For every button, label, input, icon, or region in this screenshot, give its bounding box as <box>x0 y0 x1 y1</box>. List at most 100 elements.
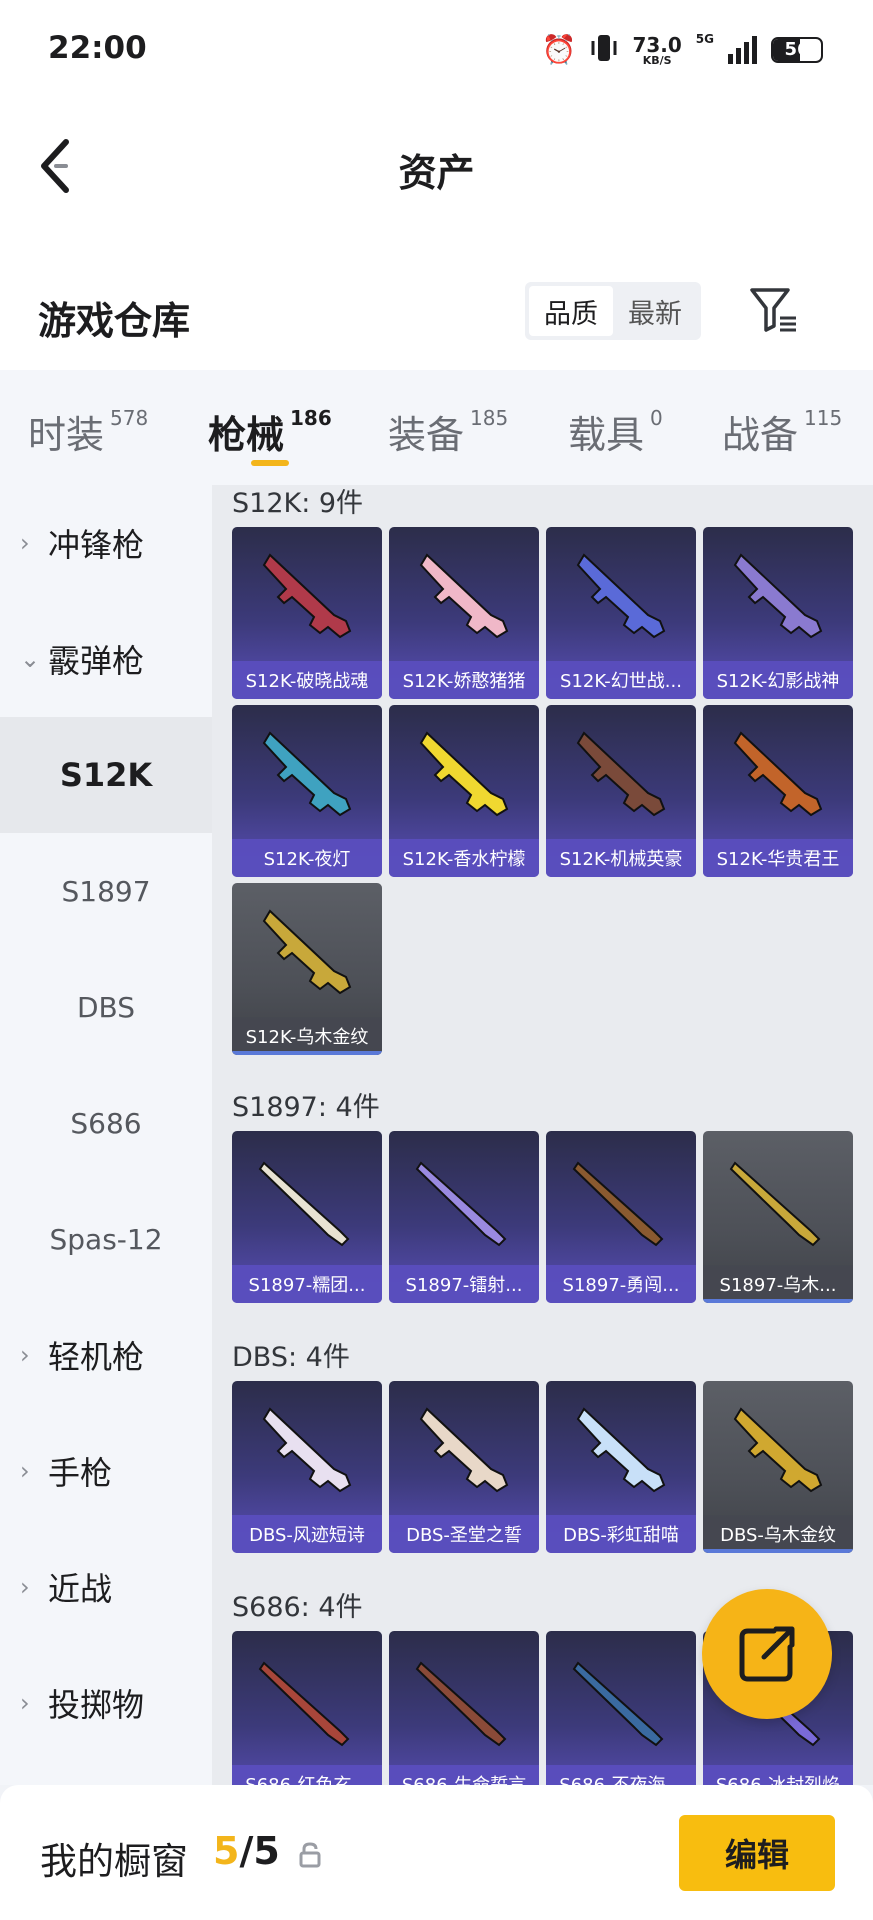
tab-equipment[interactable]: 装备 185 <box>388 404 508 459</box>
weapon-name: DBS-风迹短诗 <box>249 1525 365 1546</box>
weapon-name: S1897-镭射... <box>405 1275 523 1296</box>
weapon-name: S686-生命誓言 <box>389 1771 539 1785</box>
showcase-bar: 我的橱窗 5/5 编辑 <box>0 1785 873 1920</box>
weapon-skin-icon <box>419 553 509 639</box>
weapon-card[interactable]: S1897-勇闯... <box>546 1131 696 1303</box>
sidebar-item-s12k[interactable]: S12K <box>0 717 212 833</box>
weapon-card[interactable]: S686-生命誓言 <box>389 1631 539 1785</box>
sidebar-group-throwable[interactable]: › 投掷物 <box>0 1645 212 1761</box>
section-title: DBS: 4件 <box>232 1342 350 1373</box>
network-type: 5G <box>695 32 714 46</box>
alarm-icon: ⏰ <box>541 33 577 66</box>
weapon-card[interactable]: S12K-幻世战... <box>546 527 696 699</box>
warehouse-header: 游戏仓库 品质 最新 <box>0 260 873 370</box>
filter-icon <box>750 288 796 332</box>
tab-firearms[interactable]: 枪械 186 <box>208 404 332 459</box>
weapon-card[interactable]: DBS-彩虹甜喵 <box>546 1381 696 1553</box>
sidebar-item-s686[interactable]: S686 <box>0 1065 212 1181</box>
weapon-name: DBS-圣堂之誓 <box>406 1525 522 1546</box>
edit-button[interactable]: 编辑 <box>679 1815 835 1891</box>
status-icons: ⏰ 73.0 KB/S 5G 56 <box>542 30 823 70</box>
weapon-card[interactable]: S12K-机械英豪 <box>546 705 696 877</box>
weapon-name: S12K-机械英豪 <box>559 849 683 870</box>
weapon-skin-icon <box>733 1407 823 1493</box>
weapon-name: S12K-华贵君王 <box>716 849 840 870</box>
warehouse-title: 游戏仓库 <box>38 299 191 343</box>
sidebar-group-lmg[interactable]: › 轻机枪 <box>0 1297 212 1413</box>
weapon-sidebar: › 冲锋枪 ⌄ 霰弹枪 S12K S1897 DBS S686 Spas-12 … <box>0 485 212 1785</box>
weapon-card[interactable]: S1897-乌木... <box>703 1131 853 1303</box>
weapon-skin-icon <box>415 1161 507 1247</box>
battery-icon: 56 <box>771 37 823 63</box>
weapon-card[interactable]: DBS-乌木金纹 <box>703 1381 853 1553</box>
sort-newest-button[interactable]: 最新 <box>613 286 697 336</box>
weapon-name: S12K-香水柠檬 <box>402 849 526 870</box>
weapon-name: S686-红色玄... <box>232 1771 382 1785</box>
weapon-name: S12K-破晓战魂 <box>245 671 369 692</box>
weapon-name: S686-不夜海... <box>546 1771 696 1785</box>
weapon-skin-icon <box>415 1661 507 1747</box>
vibrate-icon <box>590 31 618 69</box>
showcase-label: 我的橱窗 <box>40 1840 188 1883</box>
signal-icon <box>728 36 757 64</box>
weapon-skin-icon <box>729 1161 821 1247</box>
share-icon <box>739 1626 795 1682</box>
weapon-skin-icon <box>262 1407 352 1493</box>
sort-quality-button[interactable]: 品质 <box>529 286 613 336</box>
weapon-skin-icon <box>576 553 666 639</box>
sidebar-item-dbs[interactable]: DBS <box>0 949 212 1065</box>
weapon-skin-icon <box>733 553 823 639</box>
weapon-skin-icon <box>572 1161 664 1247</box>
weapon-card[interactable]: S686-红色玄... <box>232 1631 382 1785</box>
sidebar-item-spas12[interactable]: Spas-12 <box>0 1181 212 1297</box>
weapon-card[interactable]: S12K-乌木金纹 <box>232 883 382 1055</box>
chevron-right-icon: › <box>20 1457 30 1485</box>
weapon-name: S12K-娇憨猪猪 <box>402 671 526 692</box>
weapon-skin-icon <box>262 909 352 995</box>
filter-button[interactable] <box>748 284 800 336</box>
weapon-card[interactable]: S12K-华贵君王 <box>703 705 853 877</box>
chevron-right-icon: › <box>20 529 30 557</box>
sidebar-group-smg[interactable]: › 冲锋枪 <box>0 485 212 601</box>
lock-icon <box>299 1842 321 1868</box>
weapon-card[interactable]: S12K-夜灯 <box>232 705 382 877</box>
weapon-name: S12K-乌木金纹 <box>245 1027 369 1048</box>
weapon-skin-icon <box>572 1661 664 1747</box>
chevron-right-icon: › <box>20 1341 30 1369</box>
weapon-skin-icon <box>258 1161 350 1247</box>
weapon-skin-icon <box>262 553 352 639</box>
weapon-skin-icon <box>262 731 352 817</box>
weapon-name: S1897-糯团... <box>248 1275 366 1296</box>
share-button[interactable] <box>702 1589 832 1719</box>
weapon-card[interactable]: S12K-娇憨猪猪 <box>389 527 539 699</box>
sidebar-group-pistol[interactable]: › 手枪 <box>0 1413 212 1529</box>
weapon-skin-icon <box>576 1407 666 1493</box>
sidebar-item-s1897[interactable]: S1897 <box>0 833 212 949</box>
weapon-card[interactable]: DBS-风迹短诗 <box>232 1381 382 1553</box>
weapon-card[interactable]: S686-不夜海... <box>546 1631 696 1785</box>
weapon-name: S1897-乌木... <box>719 1275 837 1296</box>
sidebar-group-shotgun[interactable]: ⌄ 霰弹枪 <box>0 601 212 717</box>
weapon-name: S12K-幻影战神 <box>716 671 840 692</box>
weapon-name: DBS-乌木金纹 <box>720 1525 836 1546</box>
page-title: 资产 <box>398 151 475 195</box>
weapon-name: DBS-彩虹甜喵 <box>563 1525 679 1546</box>
tab-supplies[interactable]: 战备 115 <box>722 404 842 459</box>
weapon-card[interactable]: S1897-镭射... <box>389 1131 539 1303</box>
status-bar: 22:00 ⏰ 73.0 KB/S 5G 56 <box>0 0 873 100</box>
weapon-name: S12K-夜灯 <box>263 849 351 870</box>
chevron-down-icon: ⌄ <box>20 645 41 673</box>
weapon-card[interactable]: DBS-圣堂之誓 <box>389 1381 539 1553</box>
weapon-card[interactable]: S12K-香水柠檬 <box>389 705 539 877</box>
weapon-name: S686-冰封烈焰 <box>703 1771 853 1785</box>
weapon-card[interactable]: S1897-糯团... <box>232 1131 382 1303</box>
status-time: 22:00 <box>48 30 147 66</box>
sidebar-group-melee[interactable]: › 近战 <box>0 1529 212 1645</box>
weapon-card[interactable]: S12K-破晓战魂 <box>232 527 382 699</box>
section-title: S12K: 9件 <box>232 488 364 519</box>
weapon-name: S1897-勇闯... <box>562 1275 680 1296</box>
tab-fashion[interactable]: 时装 578 <box>28 404 148 459</box>
tab-vehicles[interactable]: 载具 0 <box>568 404 663 459</box>
chevron-right-icon: › <box>20 1573 30 1601</box>
weapon-card[interactable]: S12K-幻影战神 <box>703 527 853 699</box>
